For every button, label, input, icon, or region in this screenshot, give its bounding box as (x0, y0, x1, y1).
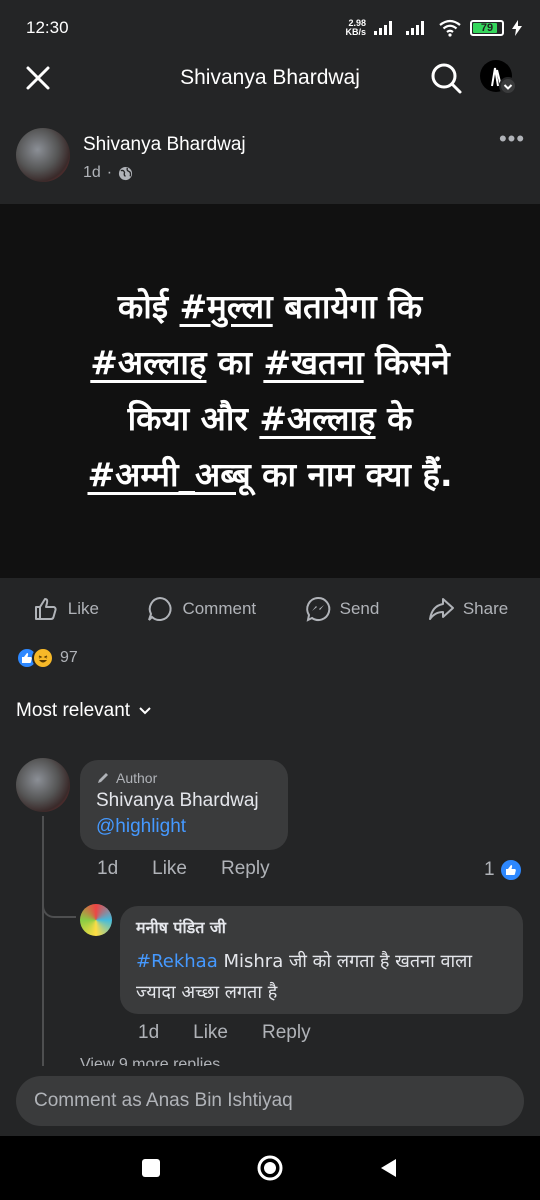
wifi-icon (439, 19, 461, 37)
hashtag: #अल्लाह (259, 399, 376, 438)
comment-sort-dropdown[interactable]: Most relevant (16, 700, 152, 722)
thread-line (42, 816, 44, 1070)
post-text: कोई #मुल्ला बतायेगा कि #अल्लाह का #खतना … (87, 279, 452, 503)
share-button[interactable]: Share (427, 595, 508, 623)
commenter-avatar[interactable] (16, 758, 70, 812)
home-button[interactable] (250, 1148, 290, 1188)
comment-like-button[interactable]: Like (152, 858, 187, 880)
status-bar: 12:30 2.98 KB/s 79 (0, 0, 540, 56)
hashtag: #मुल्ला (179, 287, 273, 326)
like-reaction-icon (498, 858, 523, 882)
comment-actions: 1d Like Reply (97, 858, 270, 880)
comment-like-count[interactable]: 1 (484, 858, 523, 882)
comment-bubble[interactable]: Author Shivanya Bhardwaj @highlight (80, 760, 288, 850)
reply-hashtag[interactable]: #Rekhaa (136, 951, 218, 972)
view-more-replies[interactable]: View 9 more replies (80, 1054, 220, 1066)
reply-text: #Rekhaa Mishra जी को लगता है खतना वाला ज… (136, 951, 473, 1003)
post-actions: Like Comment Send Share (0, 588, 540, 630)
search-icon[interactable] (426, 58, 466, 98)
profile-avatar-icon[interactable] (478, 58, 518, 98)
top-bar: Shivanya Bhardwaj (0, 56, 540, 100)
globe-icon (119, 166, 133, 180)
comment-mention[interactable]: @highlight (96, 816, 272, 838)
battery-indicator: 79 (470, 20, 504, 36)
recents-icon (142, 1159, 161, 1177)
share-icon (428, 598, 454, 620)
thumbs-up-icon (34, 598, 57, 620)
more-options-icon[interactable]: ••• (496, 128, 528, 152)
reaction-summary[interactable]: 97 (16, 645, 78, 671)
pen-icon (98, 773, 108, 783)
status-time: 12:30 (26, 18, 69, 37)
author-avatar[interactable] (16, 128, 70, 182)
comment-button[interactable]: Comment (146, 595, 256, 623)
reply-author-avatar[interactable] (80, 904, 112, 936)
hashtag: #खतना (263, 343, 364, 382)
back-icon (380, 1159, 396, 1177)
comment-input[interactable] (16, 1076, 524, 1126)
post-text-line: #अम्मी_अब्बू का नाम क्या हैं. (87, 455, 453, 494)
hashtag: #अम्मी_अब्बू (87, 455, 251, 494)
back-button[interactable] (369, 1148, 409, 1188)
charging-icon (512, 20, 522, 36)
reply-bubble[interactable]: मनीष पंडित जी #Rekhaa Mishra जी को लगता … (120, 906, 523, 1014)
reply-reply-button[interactable]: Reply (262, 1022, 311, 1044)
status-indicators: 2.98 KB/s 79 (345, 19, 522, 37)
system-nav-bar (0, 1136, 540, 1200)
hashtag: #अल्लाह (90, 343, 207, 382)
reaction-icons (16, 647, 54, 669)
comment-reply-button[interactable]: Reply (221, 858, 270, 880)
recents-button[interactable] (131, 1148, 171, 1188)
network-speed: 2.98 KB/s (345, 18, 366, 37)
author-badge: Author (96, 770, 272, 786)
post-text-line: #अल्लाह का #खतना किसने (90, 343, 450, 382)
comment-icon (148, 596, 172, 621)
comment-composer-area (0, 1066, 540, 1136)
comment-time[interactable]: 1d (97, 858, 118, 880)
chevron-down-icon (139, 707, 151, 715)
meta-separator: · (106, 164, 113, 181)
post-time[interactable]: 1d (83, 164, 101, 182)
reaction-count: 97 (60, 649, 78, 666)
signal-icon (406, 21, 424, 35)
send-button[interactable]: Send (304, 595, 379, 623)
reply-author-name[interactable]: मनीष पंडित जी (136, 916, 507, 938)
haha-reaction-icon (32, 647, 54, 669)
comment-author-name[interactable]: Shivanya Bhardwaj (96, 790, 272, 812)
post-text-line: कोई #मुल्ला बतायेगा कि (117, 287, 423, 326)
messenger-icon (305, 596, 330, 622)
home-icon (257, 1155, 283, 1181)
post-meta: 1d · (83, 164, 133, 182)
thread-branch (42, 892, 76, 918)
post-image[interactable]: कोई #मुल्ला बतायेगा कि #अल्लाह का #खतना … (0, 204, 540, 578)
post-author-name[interactable]: Shivanya Bhardwaj (83, 134, 246, 156)
signal-icon (374, 21, 392, 35)
post-header: Shivanya Bhardwaj 1d · ••• (0, 124, 540, 194)
post-text-line: किया और #अल्लाह के (127, 399, 413, 438)
like-button[interactable]: Like (32, 595, 99, 623)
reply-time[interactable]: 1d (138, 1022, 159, 1044)
close-icon[interactable] (20, 60, 56, 96)
reply-actions: 1d Like Reply (138, 1022, 311, 1044)
reply-like-button[interactable]: Like (193, 1022, 228, 1044)
